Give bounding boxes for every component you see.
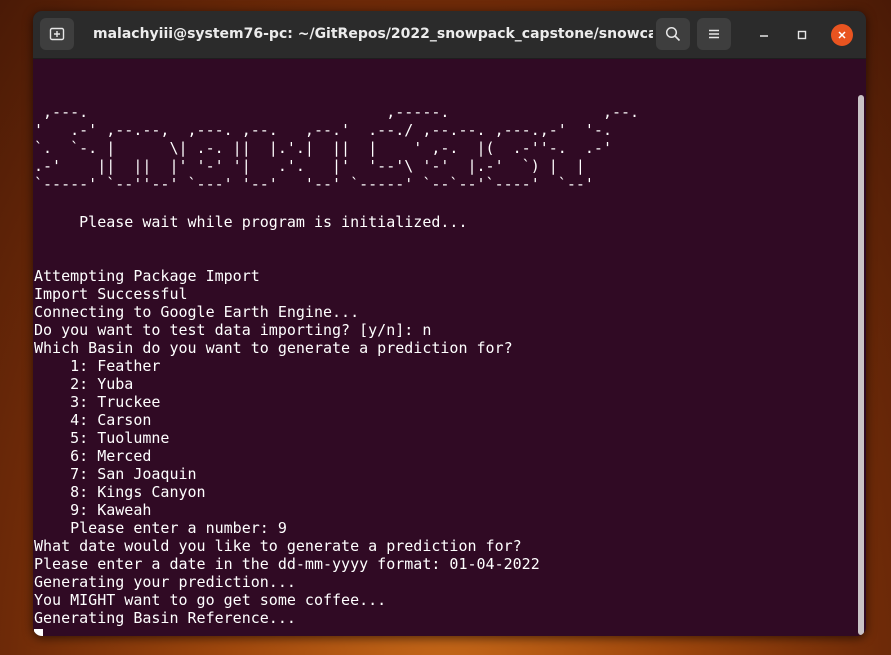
text-cursor (34, 629, 43, 636)
ascii-art-line: .-' || || |' '-' '| .'. |' '--'\ '-' |.-… (34, 157, 612, 175)
terminal-line: Generating your prediction... (34, 573, 296, 591)
terminal-output[interactable]: ,---. ,-----. ,--. ' .-' ,--.--, ,---. ,… (33, 59, 855, 636)
menu-button[interactable] (697, 18, 731, 50)
wait-message: Please wait while program is initialized… (34, 213, 468, 231)
basin-option: 3: Truckee (34, 393, 161, 411)
terminal-line: What date would you like to generate a p… (34, 537, 522, 555)
basin-option: 7: San Joaquin (34, 465, 197, 483)
basin-option: 8: Kings Canyon (34, 483, 206, 501)
minimize-icon (760, 35, 768, 37)
hamburger-menu-icon (709, 29, 719, 39)
close-icon (838, 31, 846, 39)
maximize-button[interactable] (791, 24, 813, 46)
terminal-line: Generating Basin Reference... (34, 609, 296, 627)
new-tab-button[interactable] (40, 18, 74, 50)
basin-option: 5: Tuolumne (34, 429, 170, 447)
basin-option: 1: Feather (34, 357, 161, 375)
basin-option: 9: Kaweah (34, 501, 152, 519)
ascii-art-line: `-----' `--''--' `---' '--' '--' `-----'… (34, 175, 621, 193)
terminal-line: Import Successful (34, 285, 188, 303)
terminal-line: Do you want to test data importing? [y/n… (34, 321, 432, 339)
window-title: malachyiii@system76-pc: ~/GitRepos/2022_… (93, 26, 653, 42)
terminal-window: malachyiii@system76-pc: ~/GitRepos/2022_… (33, 11, 866, 636)
new-tab-icon (49, 27, 65, 41)
maximize-icon (797, 30, 807, 40)
scrollbar[interactable] (858, 95, 864, 635)
minimize-button[interactable] (753, 24, 775, 46)
basin-option: 6: Merced (34, 447, 152, 465)
ascii-art-line: ' .-' ,--.--, ,---. ,--. ,--.' .--./ ,--… (34, 121, 621, 139)
search-icon (665, 26, 681, 42)
titlebar: malachyiii@system76-pc: ~/GitRepos/2022_… (33, 11, 866, 59)
ascii-art-line: ,---. ,-----. ,--. (34, 103, 658, 121)
search-button[interactable] (656, 18, 690, 50)
close-button[interactable] (831, 24, 853, 46)
terminal-line: You MIGHT want to go get some coffee... (34, 591, 387, 609)
terminal-line: Connecting to Google Earth Engine... (34, 303, 360, 321)
terminal-line: Attempting Package Import (34, 267, 260, 285)
ascii-art-line: `. `-. | \| .-. || |.'.| || | ' ,-. |( .… (34, 139, 621, 157)
basin-option: 2: Yuba (34, 375, 134, 393)
terminal-line: Which Basin do you want to generate a pr… (34, 339, 513, 357)
terminal-line: Please enter a number: 9 (34, 519, 287, 537)
basin-option: 4: Carson (34, 411, 152, 429)
terminal-line: Please enter a date in the dd-mm-yyyy fo… (34, 555, 540, 573)
